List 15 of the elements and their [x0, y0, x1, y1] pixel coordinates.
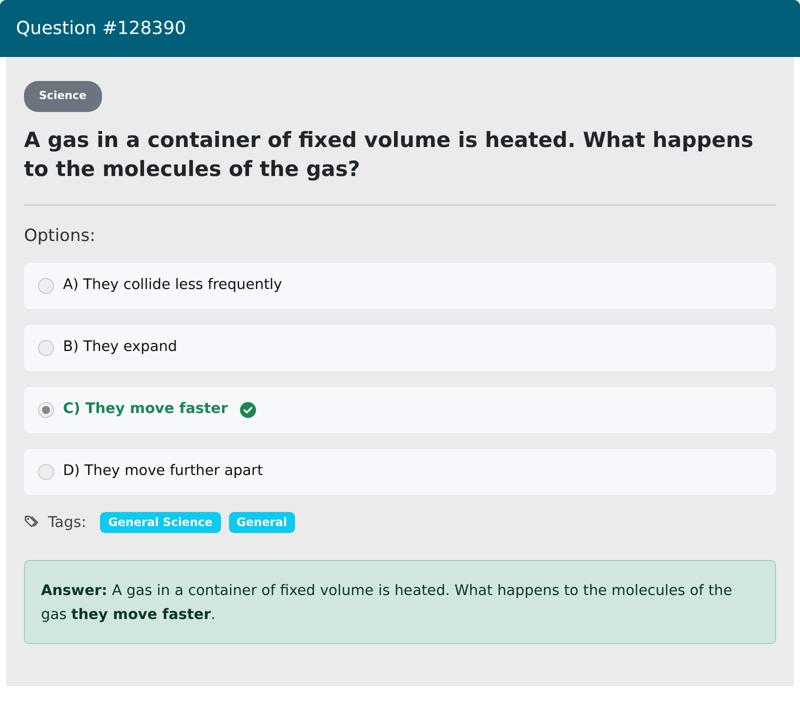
question-text: A gas in a container of fixed volume is heated. What happens to the molecules of the gas?: [24, 126, 754, 182]
category-badge: Science: [24, 81, 102, 112]
option-item[interactable]: D) They move further apart: [24, 449, 776, 495]
options-label: Options:: [24, 224, 96, 248]
radio-button[interactable]: [38, 402, 54, 418]
question-title: Question #128390: [0, 0, 800, 57]
radio-button[interactable]: [38, 340, 54, 356]
radio-button[interactable]: [38, 464, 54, 480]
radio-button[interactable]: [38, 278, 54, 294]
answer-text: Answer: A gas in a container of fixed volume is heated. What happens to the molecules of the gas they move faster.: [24, 560, 776, 644]
tags-label: Tags:: [48, 512, 86, 533]
option-item[interactable]: A) They collide less frequently: [24, 263, 776, 309]
option-item[interactable]: C) They move faster: [24, 387, 776, 433]
option-item[interactable]: B) They expand: [24, 325, 776, 371]
check-circle-icon: [240, 402, 256, 418]
